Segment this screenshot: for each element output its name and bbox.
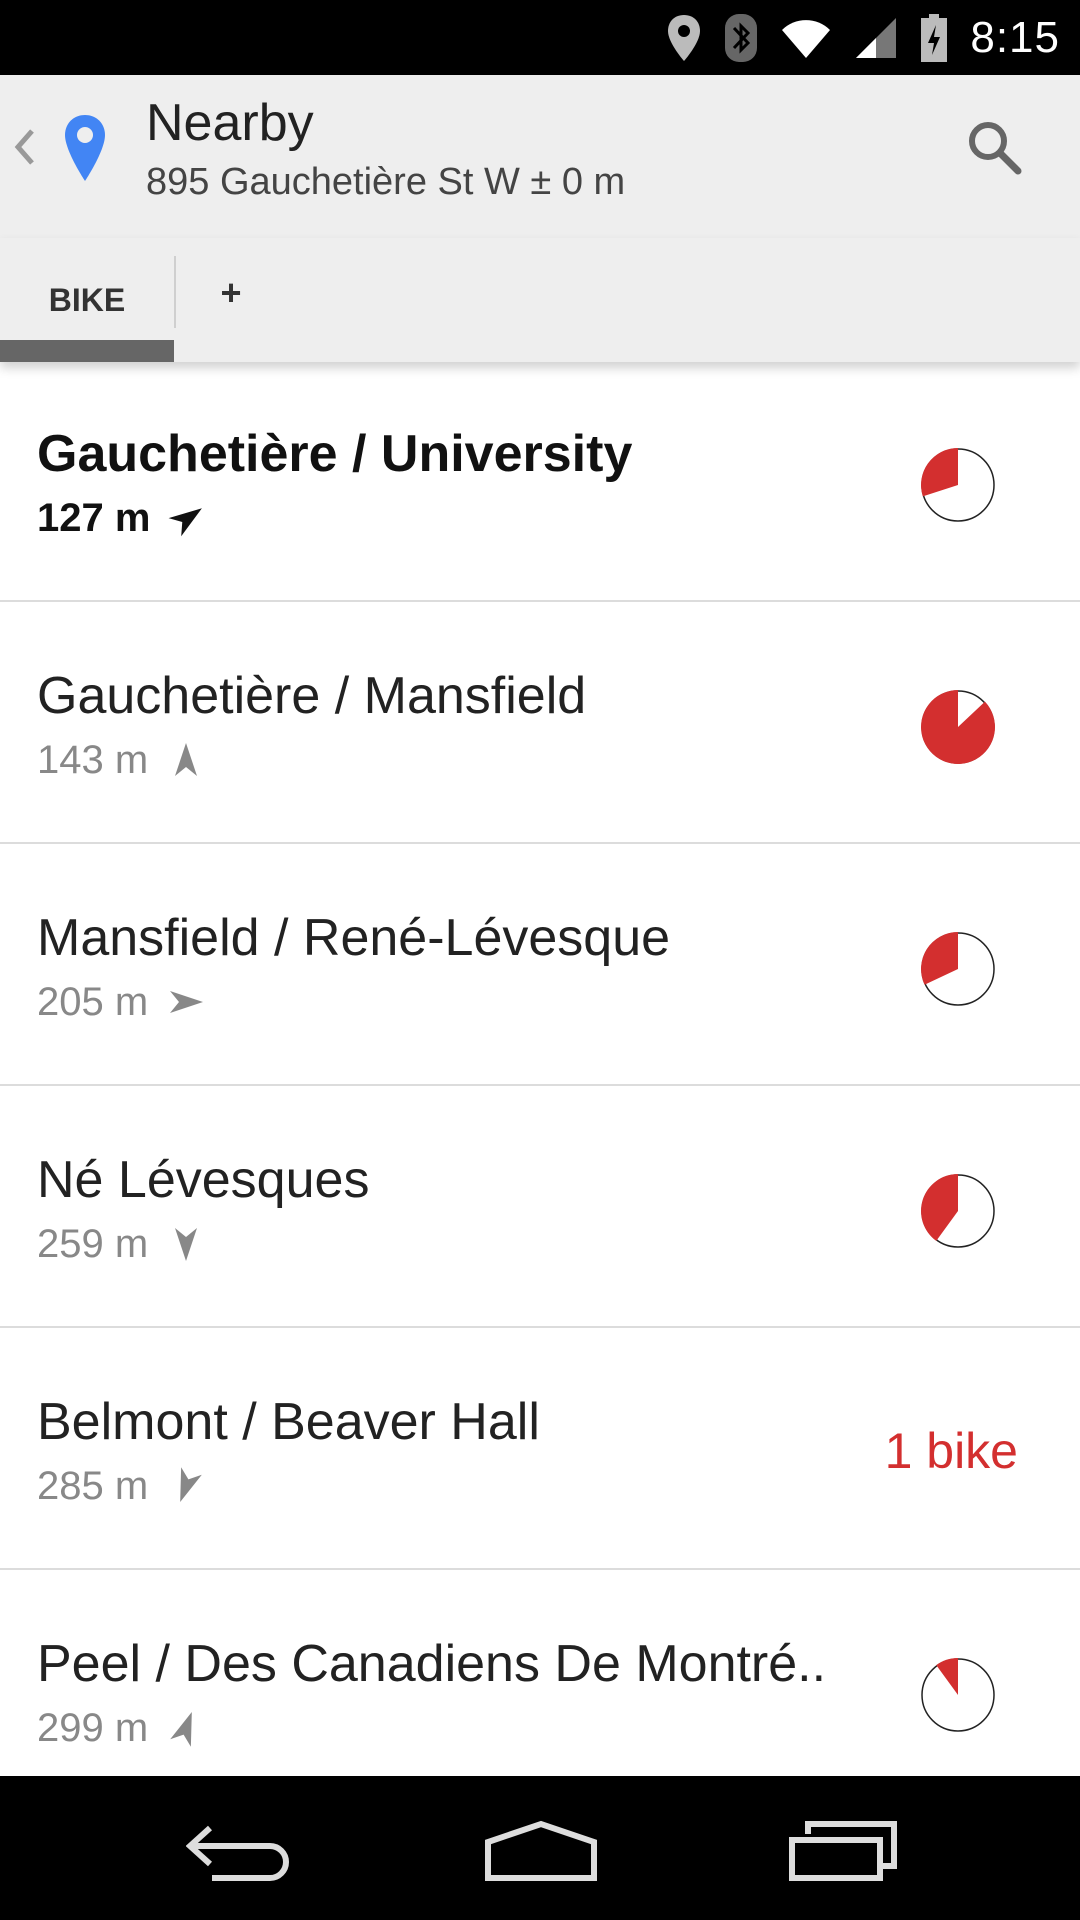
availability-pie-icon <box>921 932 995 1006</box>
search-icon[interactable] <box>962 115 1026 179</box>
station-item[interactable]: Belmont / Beaver Hall 285 m 1 bike <box>0 1330 1080 1570</box>
tab-indicator <box>0 340 174 362</box>
chevron-left-icon[interactable] <box>10 117 40 177</box>
station-item[interactable]: Gauchetière / University 127 m <box>0 362 1080 602</box>
station-distance: 299 m <box>37 1706 149 1750</box>
bluetooth-icon <box>724 13 758 63</box>
recents-icon[interactable] <box>788 1820 900 1882</box>
station-meta: 143 m <box>37 740 206 780</box>
station-name: Peel / Des Canadiens De Montré.. <box>37 1635 827 1693</box>
direction-arrow-icon <box>175 743 198 776</box>
direction-arrow-icon <box>175 1228 198 1261</box>
availability-pie-icon <box>921 1174 995 1248</box>
station-name: Belmont / Beaver Hall <box>37 1393 540 1451</box>
station-distance: 285 m <box>37 1464 149 1508</box>
bike-count: 1 bike <box>884 1423 1018 1479</box>
availability-pie-icon <box>921 448 995 522</box>
station-distance: 259 m <box>37 1222 149 1266</box>
station-item[interactable]: Peel / Des Canadiens De Montré.. 299 m <box>0 1572 1080 1776</box>
battery-charging-icon <box>920 13 948 63</box>
app-bar: Nearby 895 Gauchetière St W ± 0 m <box>0 75 1080 238</box>
station-item[interactable]: Né Lévesques 259 m <box>0 1088 1080 1328</box>
navigation-bar <box>0 1776 1080 1920</box>
station-meta: 259 m <box>37 1224 206 1264</box>
map-pin-icon[interactable] <box>62 113 108 183</box>
page-title: Nearby <box>146 94 314 152</box>
station-distance: 205 m <box>37 980 149 1024</box>
status-time: 8:15 <box>970 12 1060 62</box>
tab-add-label: + <box>220 272 242 313</box>
station-name: Gauchetière / University <box>37 425 633 483</box>
tab-bar: BIKE + <box>0 238 1080 362</box>
location-icon <box>666 13 702 63</box>
status-bar: 8:15 <box>0 0 1080 75</box>
availability-pie-icon <box>921 1658 995 1732</box>
station-meta: 127 m <box>37 498 208 538</box>
home-icon[interactable] <box>484 1820 598 1882</box>
tab-add[interactable]: + <box>176 238 286 348</box>
station-meta: 205 m <box>37 982 206 1022</box>
direction-arrow-icon <box>170 1712 192 1747</box>
direction-arrow-icon <box>170 991 204 1013</box>
station-list: Gauchetière / University 127 m Gauchetière… <box>0 362 1080 1776</box>
direction-arrow-icon <box>180 1467 202 1502</box>
station-meta: 299 m <box>37 1708 206 1748</box>
station-item[interactable]: Gauchetière / Mansfield 143 m <box>0 604 1080 844</box>
availability-pie-icon <box>920 690 995 764</box>
location-subtitle: 895 Gauchetière St W ± 0 m <box>146 161 626 203</box>
station-distance: 127 m <box>37 496 151 540</box>
tab-bike-label: BIKE <box>48 281 126 318</box>
station-name: Mansfield / René-Lévesque <box>37 909 671 967</box>
back-icon[interactable] <box>186 1816 292 1886</box>
station-distance: 143 m <box>37 738 149 782</box>
station-name: Né Lévesques <box>37 1151 370 1209</box>
signal-icon <box>854 16 898 60</box>
direction-arrow-icon <box>169 508 203 537</box>
station-item[interactable]: Mansfield / René-Lévesque 205 m <box>0 846 1080 1086</box>
station-name: Gauchetière / Mansfield <box>37 667 587 725</box>
station-meta: 285 m <box>37 1466 206 1506</box>
tab-bike[interactable]: BIKE <box>0 238 174 362</box>
wifi-icon <box>780 18 832 58</box>
